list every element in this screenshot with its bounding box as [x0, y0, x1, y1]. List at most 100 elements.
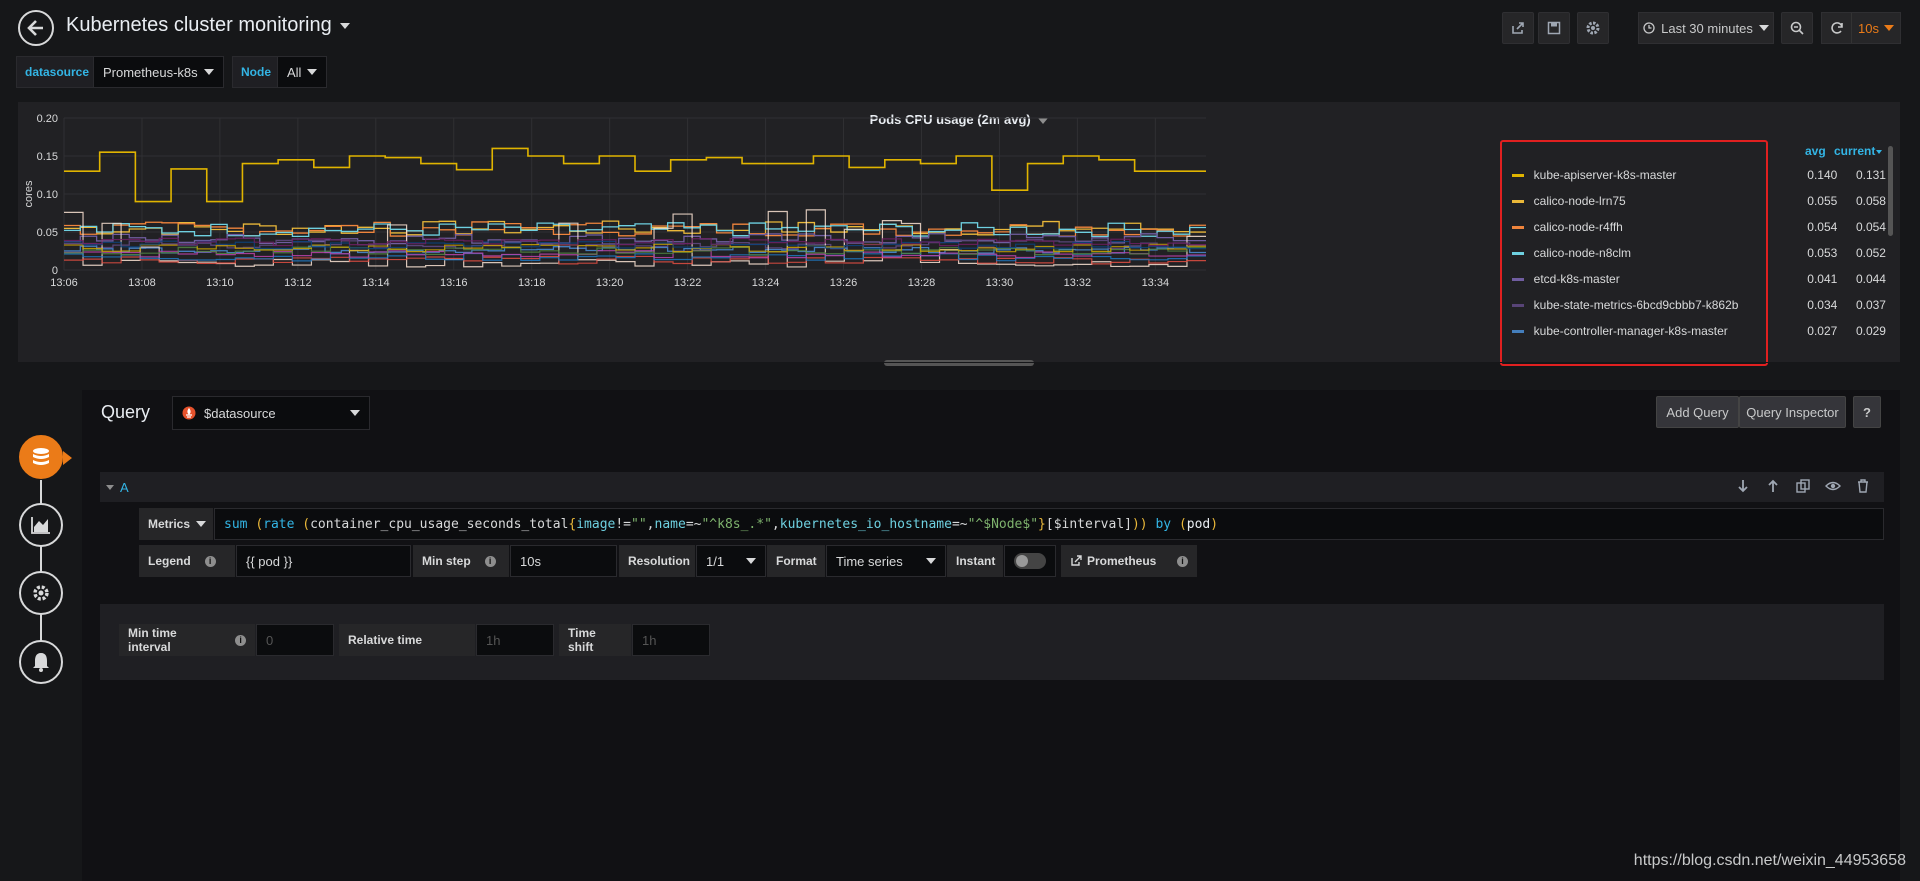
variable-select-datasource[interactable]: Prometheus-k8s [93, 56, 224, 88]
save-button[interactable] [1538, 12, 1570, 44]
chevron-down-icon [196, 521, 207, 527]
min-step-input[interactable]: 10s [510, 545, 617, 577]
promql-token: ) [1210, 516, 1219, 532]
refresh-interval[interactable]: 10s [1852, 21, 1900, 36]
promql-token: "^$Node$" [967, 516, 1039, 532]
prometheus-logo-icon [182, 406, 196, 420]
share-icon [1512, 22, 1524, 34]
info-icon[interactable]: i [1177, 555, 1188, 567]
promql-expression: sum (rate (container_cpu_usage_seconds_t… [224, 517, 1218, 532]
visualization-tab[interactable] [19, 503, 63, 547]
metrics-label-text: Metrics [148, 517, 191, 531]
resolution-label: Resolution [619, 545, 695, 577]
zoom-out-icon [1790, 21, 1804, 35]
eye-icon[interactable] [1825, 478, 1841, 494]
x-tick-label: 13:32 [1064, 277, 1092, 289]
zoom-out-button[interactable] [1781, 12, 1813, 44]
promql-token: )) [1131, 516, 1148, 532]
promql-token: name [654, 516, 686, 532]
prometheus-link[interactable]: Prometheus i [1061, 545, 1197, 577]
format-select[interactable]: Time series [826, 545, 946, 577]
legend-current-value: 0.058 [1855, 194, 1886, 208]
refresh-picker[interactable]: 10s [1821, 12, 1901, 44]
legend-format-input[interactable]: {{ pod }} [236, 545, 411, 577]
chevron-down-icon [339, 22, 350, 29]
legend-header-current[interactable]: current [1834, 144, 1883, 158]
legend-avg-value: 0.041 [1807, 272, 1838, 286]
info-icon[interactable]: i [204, 555, 216, 567]
datasource-picker[interactable]: $datasource [172, 396, 370, 430]
query-heading: Query [101, 402, 151, 422]
y-tick-label: 0.20 [37, 113, 58, 125]
x-tick-label: 13:08 [128, 277, 156, 289]
dashboard-title[interactable]: Kubernetes cluster monitoring [66, 14, 350, 37]
time-range-label: Last 30 minutes [1661, 20, 1753, 36]
info-icon[interactable]: i [484, 555, 496, 567]
metrics-label[interactable]: Metrics [139, 508, 213, 540]
promql-token: sum [224, 516, 256, 532]
x-tick-label: 13:30 [986, 277, 1014, 289]
x-tick-label: 13:16 [440, 277, 468, 289]
y-axis-label: cores [23, 180, 35, 207]
dashboard-title-text: Kubernetes cluster monitoring [66, 14, 332, 36]
help-button[interactable]: ? [1853, 396, 1881, 428]
instant-label: Instant [947, 545, 1003, 577]
query-row-toggle[interactable]: A [106, 480, 129, 495]
x-tick-label: 13:10 [206, 277, 234, 289]
query-inspector-button[interactable]: Query Inspector [1739, 396, 1846, 428]
x-tick-label: 13:22 [674, 277, 702, 289]
back-button[interactable] [18, 10, 54, 46]
variable-select-node[interactable]: All [277, 56, 328, 88]
chevron-down-icon [926, 558, 936, 564]
legend-format-label-text: Legend [148, 554, 191, 568]
promql-token: ( [1178, 516, 1187, 532]
alert-tab[interactable] [19, 640, 63, 684]
resolution-select[interactable]: 1/1 [696, 545, 766, 577]
queries-tab[interactable] [19, 435, 63, 479]
chevron-down-icon [1883, 25, 1894, 31]
general-tab[interactable] [19, 571, 63, 615]
active-tab-pointer [63, 451, 72, 465]
cpu-usage-chart[interactable]: 0 0.05 0.10 0.15 0.20 13:06 13:08 13:10 13:12 13:… [18, 102, 1498, 362]
relative-time-label: Relative time [339, 624, 475, 656]
promql-token: != [615, 516, 632, 532]
horizontal-scrollbar[interactable] [884, 360, 1034, 366]
legend-scrollbar[interactable] [1888, 146, 1893, 236]
x-tick-label: 13:34 [1142, 277, 1170, 289]
y-tick-label: 0.15 [37, 151, 58, 163]
x-tick-label: 13:06 [50, 277, 78, 289]
trash-icon[interactable] [1855, 478, 1871, 494]
promql-token: ( [302, 516, 311, 532]
format-label: Format [767, 545, 825, 577]
variable-label-datasource: datasource [16, 56, 99, 88]
refresh-button[interactable] [1822, 13, 1852, 43]
legend-avg-value: 0.055 [1807, 194, 1838, 208]
promql-token: image [576, 516, 616, 532]
add-query-button[interactable]: Add Query [1656, 396, 1739, 428]
time-range-picker[interactable]: Last 30 minutes [1638, 12, 1774, 44]
share-button[interactable] [1502, 12, 1534, 44]
info-icon[interactable]: i [235, 634, 246, 646]
promql-token: , [771, 516, 780, 532]
y-tick-label: 0.10 [37, 189, 58, 201]
time-shift-input[interactable]: 1h [632, 624, 710, 656]
move-up-icon[interactable] [1765, 478, 1781, 494]
promql-token: [$interval] [1045, 516, 1132, 532]
datasource-value: $datasource [204, 405, 276, 421]
relative-time-input[interactable]: 1h [476, 624, 554, 656]
settings-button[interactable] [1577, 12, 1609, 44]
min-time-interval-input[interactable]: 0 [256, 624, 334, 656]
promql-token: ( [255, 516, 264, 532]
move-down-icon[interactable] [1735, 478, 1751, 494]
promql-expression-input[interactable]: sum (rate (container_cpu_usage_seconds_t… [214, 508, 1884, 540]
legend-current-value: 0.054 [1855, 220, 1886, 234]
highlight-box [1500, 140, 1768, 366]
bell-icon [33, 653, 49, 672]
y-tick-label: 0.05 [37, 227, 58, 239]
x-tick-label: 13:28 [908, 277, 936, 289]
duplicate-icon[interactable] [1795, 478, 1811, 494]
legend-current-value: 0.131 [1855, 168, 1886, 182]
instant-toggle[interactable] [1004, 545, 1056, 577]
database-icon [33, 448, 49, 465]
legend-header-avg[interactable]: avg [1805, 144, 1826, 158]
